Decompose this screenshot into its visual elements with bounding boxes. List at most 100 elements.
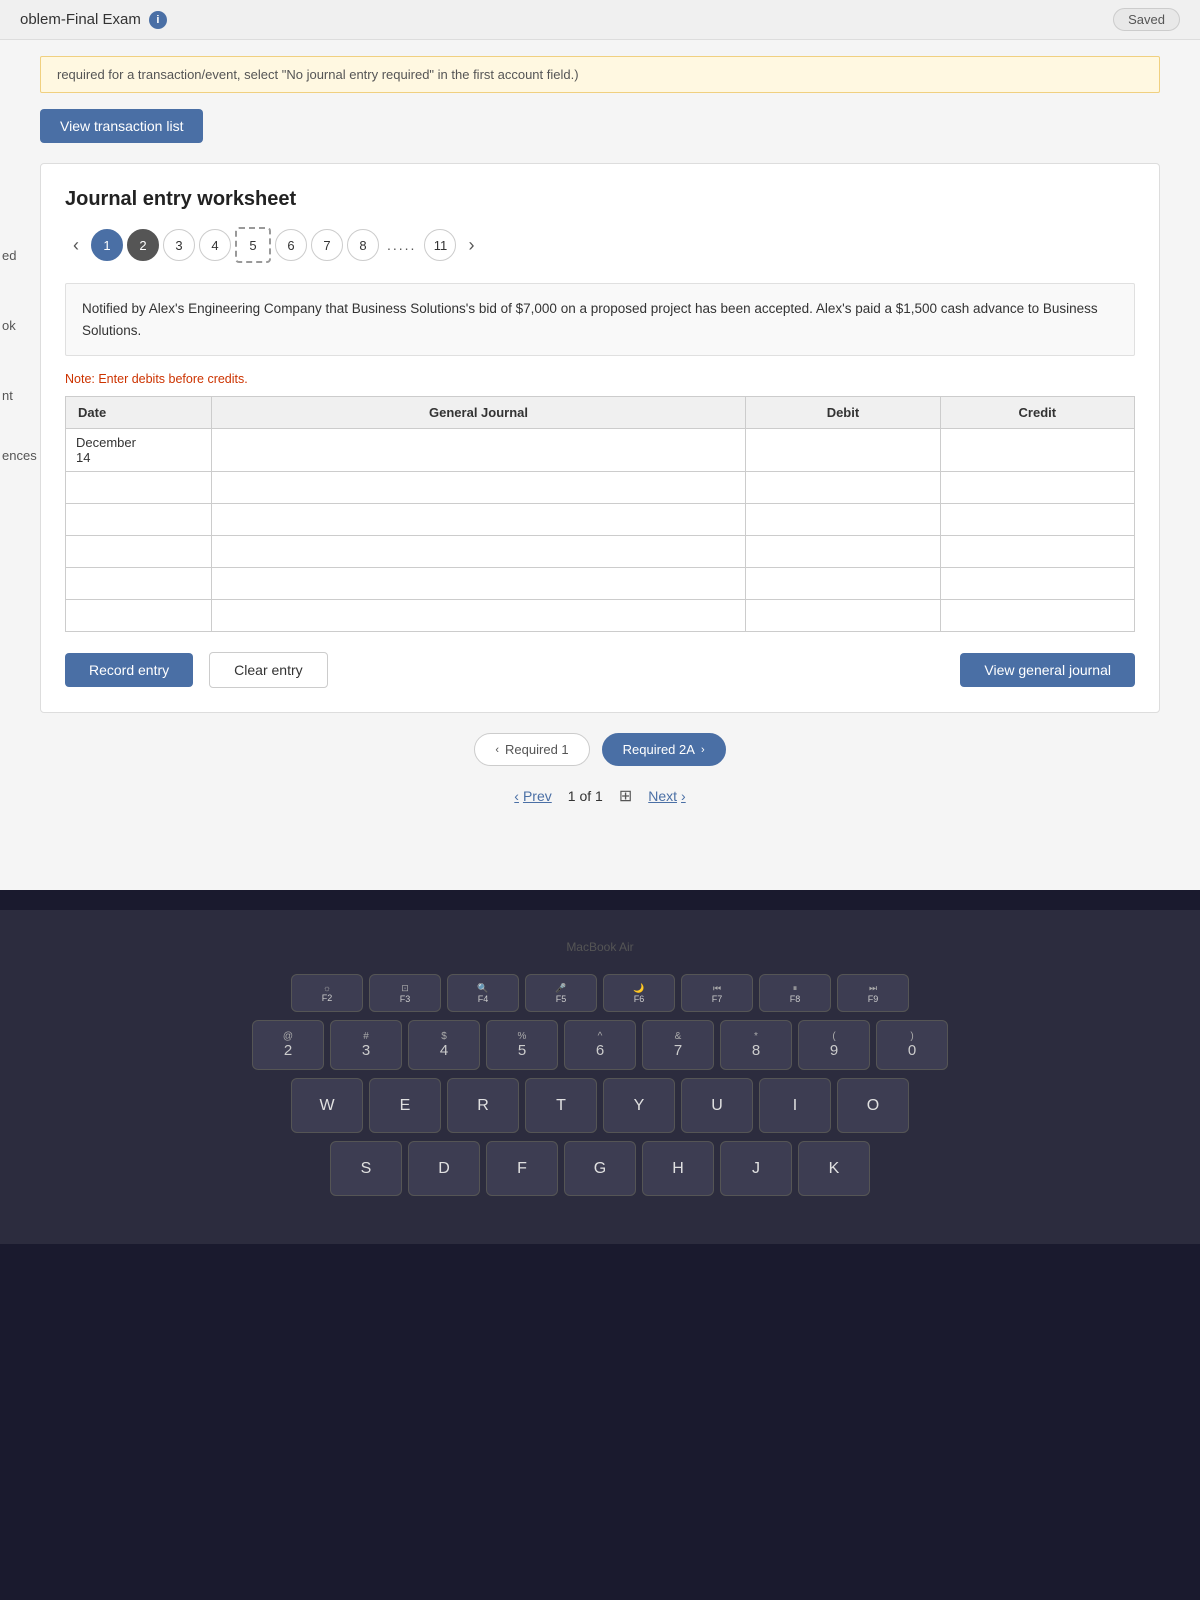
key-w[interactable]: W [291,1078,363,1133]
key-d[interactable]: D [408,1141,480,1196]
key-f3[interactable]: ⊡ F3 [369,974,441,1012]
credit-input-4[interactable] [941,536,1134,567]
debit-input-3[interactable] [746,504,939,535]
key-u[interactable]: U [681,1078,753,1133]
key-f[interactable]: F [486,1141,558,1196]
sidebar-item-ed: ed [2,248,16,263]
journal-cell-4[interactable] [211,536,746,568]
credit-cell-6[interactable] [940,600,1134,632]
table-row [66,504,1135,536]
journal-cell-2[interactable] [211,472,746,504]
key-i[interactable]: I [759,1078,831,1133]
view-general-journal-button[interactable]: View general journal [960,653,1135,687]
required2a-tab[interactable]: Required 2A › [602,733,726,766]
credit-cell-4[interactable] [940,536,1134,568]
page-next-nav[interactable]: › [460,231,482,260]
key-7[interactable]: & 7 [642,1020,714,1070]
key-f5[interactable]: 🎤 F5 [525,974,597,1012]
key-9[interactable]: ( 9 [798,1020,870,1070]
key-2[interactable]: @ 2 [252,1020,324,1070]
date-cell-2 [66,472,212,504]
journal-cell-3[interactable] [211,504,746,536]
clear-entry-button[interactable]: Clear entry [209,652,327,688]
page-btn-7[interactable]: 7 [311,229,343,261]
page-btn-1[interactable]: 1 [91,229,123,261]
journal-input-4[interactable] [212,536,746,567]
key-f9[interactable]: ⏭ F9 [837,974,909,1012]
page-btn-4[interactable]: 4 [199,229,231,261]
saved-badge: Saved [1113,8,1180,31]
key-6[interactable]: ^ 6 [564,1020,636,1070]
key-y[interactable]: Y [603,1078,675,1133]
page-btn-3[interactable]: 3 [163,229,195,261]
key-e[interactable]: E [369,1078,441,1133]
credit-input-1[interactable] [941,429,1134,471]
debit-input-4[interactable] [746,536,939,567]
credit-input-5[interactable] [941,568,1134,599]
page-btn-2[interactable]: 2 [127,229,159,261]
credit-cell-5[interactable] [940,568,1134,600]
current-page: 1 [568,788,576,804]
journal-input-5[interactable] [212,568,746,599]
credit-cell-1[interactable] [940,429,1134,472]
debit-cell-3[interactable] [746,504,940,536]
prev-button[interactable]: ‹ Prev [514,788,551,804]
credit-input-6[interactable] [941,600,1134,631]
debit-input-1[interactable] [746,429,939,471]
key-0[interactable]: ) 0 [876,1020,948,1070]
journal-input-1[interactable] [212,429,746,471]
key-f4[interactable]: 🔍 F4 [447,974,519,1012]
key-j[interactable]: J [720,1141,792,1196]
date-cell-4 [66,536,212,568]
debit-cell-5[interactable] [746,568,940,600]
key-f8[interactable]: ⏸ F8 [759,974,831,1012]
key-k[interactable]: K [798,1141,870,1196]
table-row [66,472,1135,504]
credit-input-2[interactable] [941,472,1134,503]
key-r[interactable]: R [447,1078,519,1133]
debit-cell-6[interactable] [746,600,940,632]
record-entry-button[interactable]: Record entry [65,653,193,687]
asdf-row: S D F G H J K [20,1141,1180,1196]
key-4[interactable]: $ 4 [408,1020,480,1070]
debit-input-6[interactable] [746,600,939,631]
grid-icon[interactable]: ⊞ [619,786,632,806]
credit-cell-3[interactable] [940,504,1134,536]
debit-cell-4[interactable] [746,536,940,568]
table-row: December14 [66,429,1135,472]
key-3[interactable]: # 3 [330,1020,402,1070]
page-btn-11[interactable]: 11 [424,229,456,261]
key-g[interactable]: G [564,1141,636,1196]
credit-cell-2[interactable] [940,472,1134,504]
date-cell-1: December14 [66,429,212,472]
key-s[interactable]: S [330,1141,402,1196]
key-t[interactable]: T [525,1078,597,1133]
debit-input-5[interactable] [746,568,939,599]
debit-cell-1[interactable] [746,429,940,472]
page-btn-6[interactable]: 6 [275,229,307,261]
journal-input-3[interactable] [212,504,746,535]
credit-input-3[interactable] [941,504,1134,535]
key-h[interactable]: H [642,1141,714,1196]
next-button[interactable]: Next › [648,788,685,804]
journal-input-2[interactable] [212,472,746,503]
page-selected-5[interactable]: 5 [235,227,271,263]
debit-cell-2[interactable] [746,472,940,504]
key-8[interactable]: * 8 [720,1020,792,1070]
key-f2[interactable]: ☼ F2 [291,974,363,1012]
view-transaction-button[interactable]: View transaction list [40,109,203,143]
journal-input-6[interactable] [212,600,746,631]
required1-tab[interactable]: ‹ Required 1 [474,733,589,766]
key-5[interactable]: % 5 [486,1020,558,1070]
journal-cell-6[interactable] [211,600,746,632]
key-o[interactable]: O [837,1078,909,1133]
key-f7[interactable]: ⏮ F7 [681,974,753,1012]
journal-cell-1[interactable] [211,429,746,472]
debit-input-2[interactable] [746,472,939,503]
key-f6[interactable]: 🌙 F6 [603,974,675,1012]
page-prev-nav[interactable]: ‹ [65,231,87,260]
main-content: required for a transaction/event, select… [0,40,1200,890]
journal-cell-5[interactable] [211,568,746,600]
info-icon[interactable]: i [149,11,167,29]
page-btn-8[interactable]: 8 [347,229,379,261]
